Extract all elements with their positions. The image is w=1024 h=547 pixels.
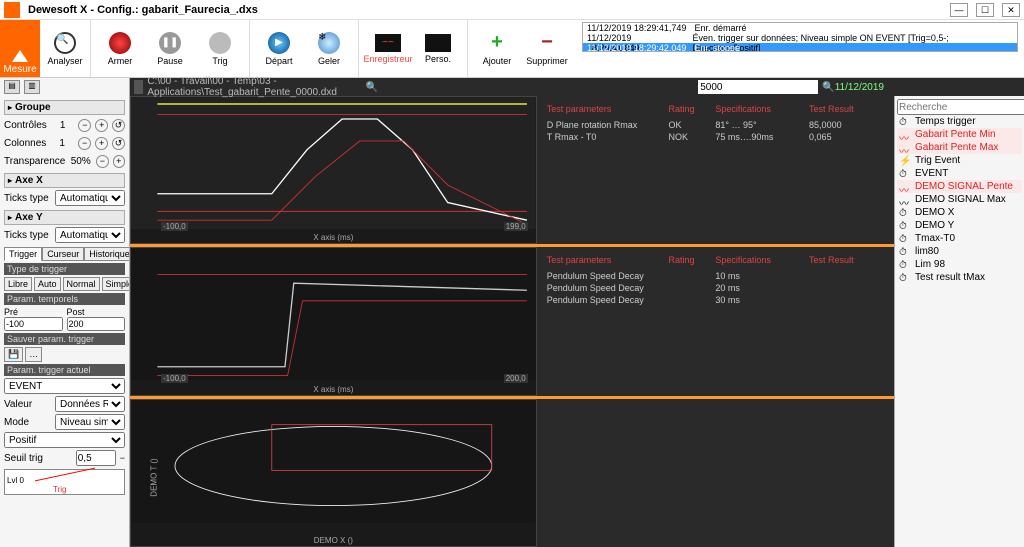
perso-icon (425, 34, 451, 52)
section-axex[interactable]: Axe X (4, 173, 125, 188)
minus-icon: − (541, 31, 553, 54)
params-xy (537, 399, 894, 547)
chart-upper[interactable]: faurecia Automotive Seating 🔍 -100,0 199… (130, 96, 537, 244)
channel-search[interactable] (897, 99, 1024, 115)
panel-tab-1[interactable]: ▤ (4, 80, 20, 94)
axex-ticks-select[interactable]: Automatique (55, 190, 125, 206)
search-icon[interactable]: 🔍 (822, 82, 834, 93)
trig-libre[interactable]: Libre (4, 277, 32, 291)
event-select[interactable]: EVENT (4, 378, 125, 394)
analyser-icon: 🔍 (54, 32, 76, 54)
channel-item[interactable]: ⏱Lim 98 (897, 258, 1022, 271)
ribbon: Mesure 🔍 Analyser Armer ❚❚Pause Trig ▶Dé… (0, 20, 1024, 78)
titlebar: Dewesoft X - Config.: gabarit_Faurecia_.… (0, 0, 1024, 20)
channel-item[interactable]: 〰DEMO SIGNAL Max (897, 193, 1022, 206)
close-button[interactable]: ✕ (1002, 3, 1020, 17)
section-sauver: Sauver param. trigger (4, 333, 125, 345)
axey-ticks-select[interactable]: Automatique (55, 227, 125, 243)
colonnes-reset[interactable]: ↺ (112, 137, 125, 150)
trig-auto[interactable]: Auto (34, 277, 61, 291)
enregistreur-button[interactable]: ~~Enregistreur (363, 20, 413, 77)
controles-minus[interactable]: − (78, 119, 91, 132)
path-search-input[interactable] (698, 80, 818, 94)
params-upper: Test parametersRatingSpecificationsTest … (537, 96, 894, 244)
pre-input[interactable] (4, 317, 63, 331)
channel-item[interactable]: 〰DEMO SIGNAL Pente (897, 180, 1022, 193)
pause-icon: ❚❚ (159, 32, 181, 54)
minimize-button[interactable]: — (950, 3, 968, 17)
trig-simple[interactable]: Simple (102, 277, 130, 291)
geler-button[interactable]: ❄Geler (304, 20, 354, 77)
mode-select[interactable]: Niveau simple (55, 414, 125, 430)
ajouter-button[interactable]: +Ajouter (472, 20, 522, 77)
tab-analyser[interactable]: 🔍 Analyser (40, 20, 90, 77)
save-slot[interactable]: 💾 (4, 347, 23, 362)
path-bar: C:\00 - Travail\00 - Temp\03 - Applicati… (130, 78, 1024, 96)
tab-trigger[interactable]: Trigger (4, 247, 42, 261)
date-label: 11/12/2019 (835, 82, 884, 93)
transp-plus[interactable]: + (113, 155, 125, 168)
supprimer-button[interactable]: −Supprimer (522, 20, 572, 77)
channel-item[interactable]: ⏱Tmax-T0 (897, 232, 1022, 245)
home-icon[interactable] (134, 80, 143, 94)
colonnes-plus[interactable]: + (95, 137, 108, 150)
search-icon[interactable]: 🔍 (366, 82, 378, 93)
trig-button[interactable]: Trig (195, 20, 245, 77)
controles-plus[interactable]: + (95, 119, 108, 132)
channel-item[interactable]: 〰Gabarit Pente Min (897, 128, 1022, 141)
play-icon: ▶ (268, 32, 290, 54)
channel-item[interactable]: ⏱lim80 (897, 245, 1022, 258)
channel-item[interactable]: ⏱DEMO X (897, 206, 1022, 219)
app-icon (4, 2, 20, 18)
freeze-icon: ❄ (318, 32, 340, 54)
trig-normal[interactable]: Normal (63, 277, 100, 291)
tab-mesure[interactable]: Mesure (0, 20, 40, 77)
channel-item[interactable]: ⏱EVENT (897, 167, 1022, 180)
plus-icon: + (491, 31, 503, 54)
property-panel: ▤ ▥ Groupe Contrôles1−+↺ Colonnes1−+↺ Tr… (0, 78, 130, 547)
pause-button[interactable]: ❚❚Pause (145, 20, 195, 77)
record-icon (109, 32, 131, 54)
section-param-temp: Param. temporels (4, 293, 125, 305)
section-type-trigger: Type de trigger (4, 263, 125, 275)
chart-area: faurecia Automotive Seating 🔍 -100,0 199… (130, 78, 894, 547)
direction-select[interactable]: Positif (4, 432, 125, 448)
mesure-icon (12, 50, 28, 62)
perso-button[interactable]: Perso. (413, 20, 463, 77)
seuil-input[interactable] (76, 450, 116, 466)
chart-xy[interactable]: Enregistreur XY DEMO X () DEMO T () (130, 399, 537, 547)
section-axey[interactable]: Axe Y (4, 210, 125, 225)
colonnes-minus[interactable]: − (78, 137, 91, 150)
channel-panel: 🔍 ⏱Temps trigger 〰Gabarit Pente Min 〰Gab… (894, 78, 1024, 547)
window-title: Dewesoft X - Config.: gabarit_Faurecia_.… (28, 4, 258, 16)
trig-icon (209, 32, 231, 54)
section-groupe[interactable]: Groupe (4, 100, 125, 115)
controles-reset[interactable]: ↺ (112, 119, 125, 132)
maximize-button[interactable]: ☐ (976, 3, 994, 17)
post-input[interactable] (67, 317, 126, 331)
valeur-select[interactable]: Données Réelles (55, 396, 125, 412)
depart-button[interactable]: ▶Départ (254, 20, 304, 77)
panel-tab-2[interactable]: ▥ (24, 80, 40, 94)
params-scope: Test parametersRatingSpecificationsTest … (537, 247, 894, 395)
channel-item[interactable]: ⚡Trig Event (897, 154, 1022, 167)
file-path: C:\00 - Travail\00 - Temp\03 - Applicati… (147, 76, 361, 98)
chart-scope[interactable]: Non armé Scope 🔍 -100,0 200,0 X axis (ms… (130, 247, 537, 395)
channel-item[interactable]: ⏱Temps trigger (897, 115, 1022, 128)
channel-item[interactable]: 〰Gabarit Pente Max (897, 141, 1022, 154)
channel-item[interactable]: ⏱Test result tMax (897, 271, 1022, 284)
tab-curseur[interactable]: Curseur (42, 247, 84, 261)
trigger-diagram: Lvl 0 Trig (4, 469, 125, 495)
event-log[interactable]: 11/12/2019 18:29:41,749Enr. démarré 11/1… (582, 22, 1018, 52)
section-param-actuel: Param. trigger actuel (4, 364, 125, 376)
tab-historique[interactable]: Historique (84, 247, 130, 261)
channel-item[interactable]: ⏱DEMO Y (897, 219, 1022, 232)
recorder-icon: ~~ (375, 34, 401, 52)
transp-minus[interactable]: − (96, 155, 108, 168)
armer-button[interactable]: Armer (95, 20, 145, 77)
